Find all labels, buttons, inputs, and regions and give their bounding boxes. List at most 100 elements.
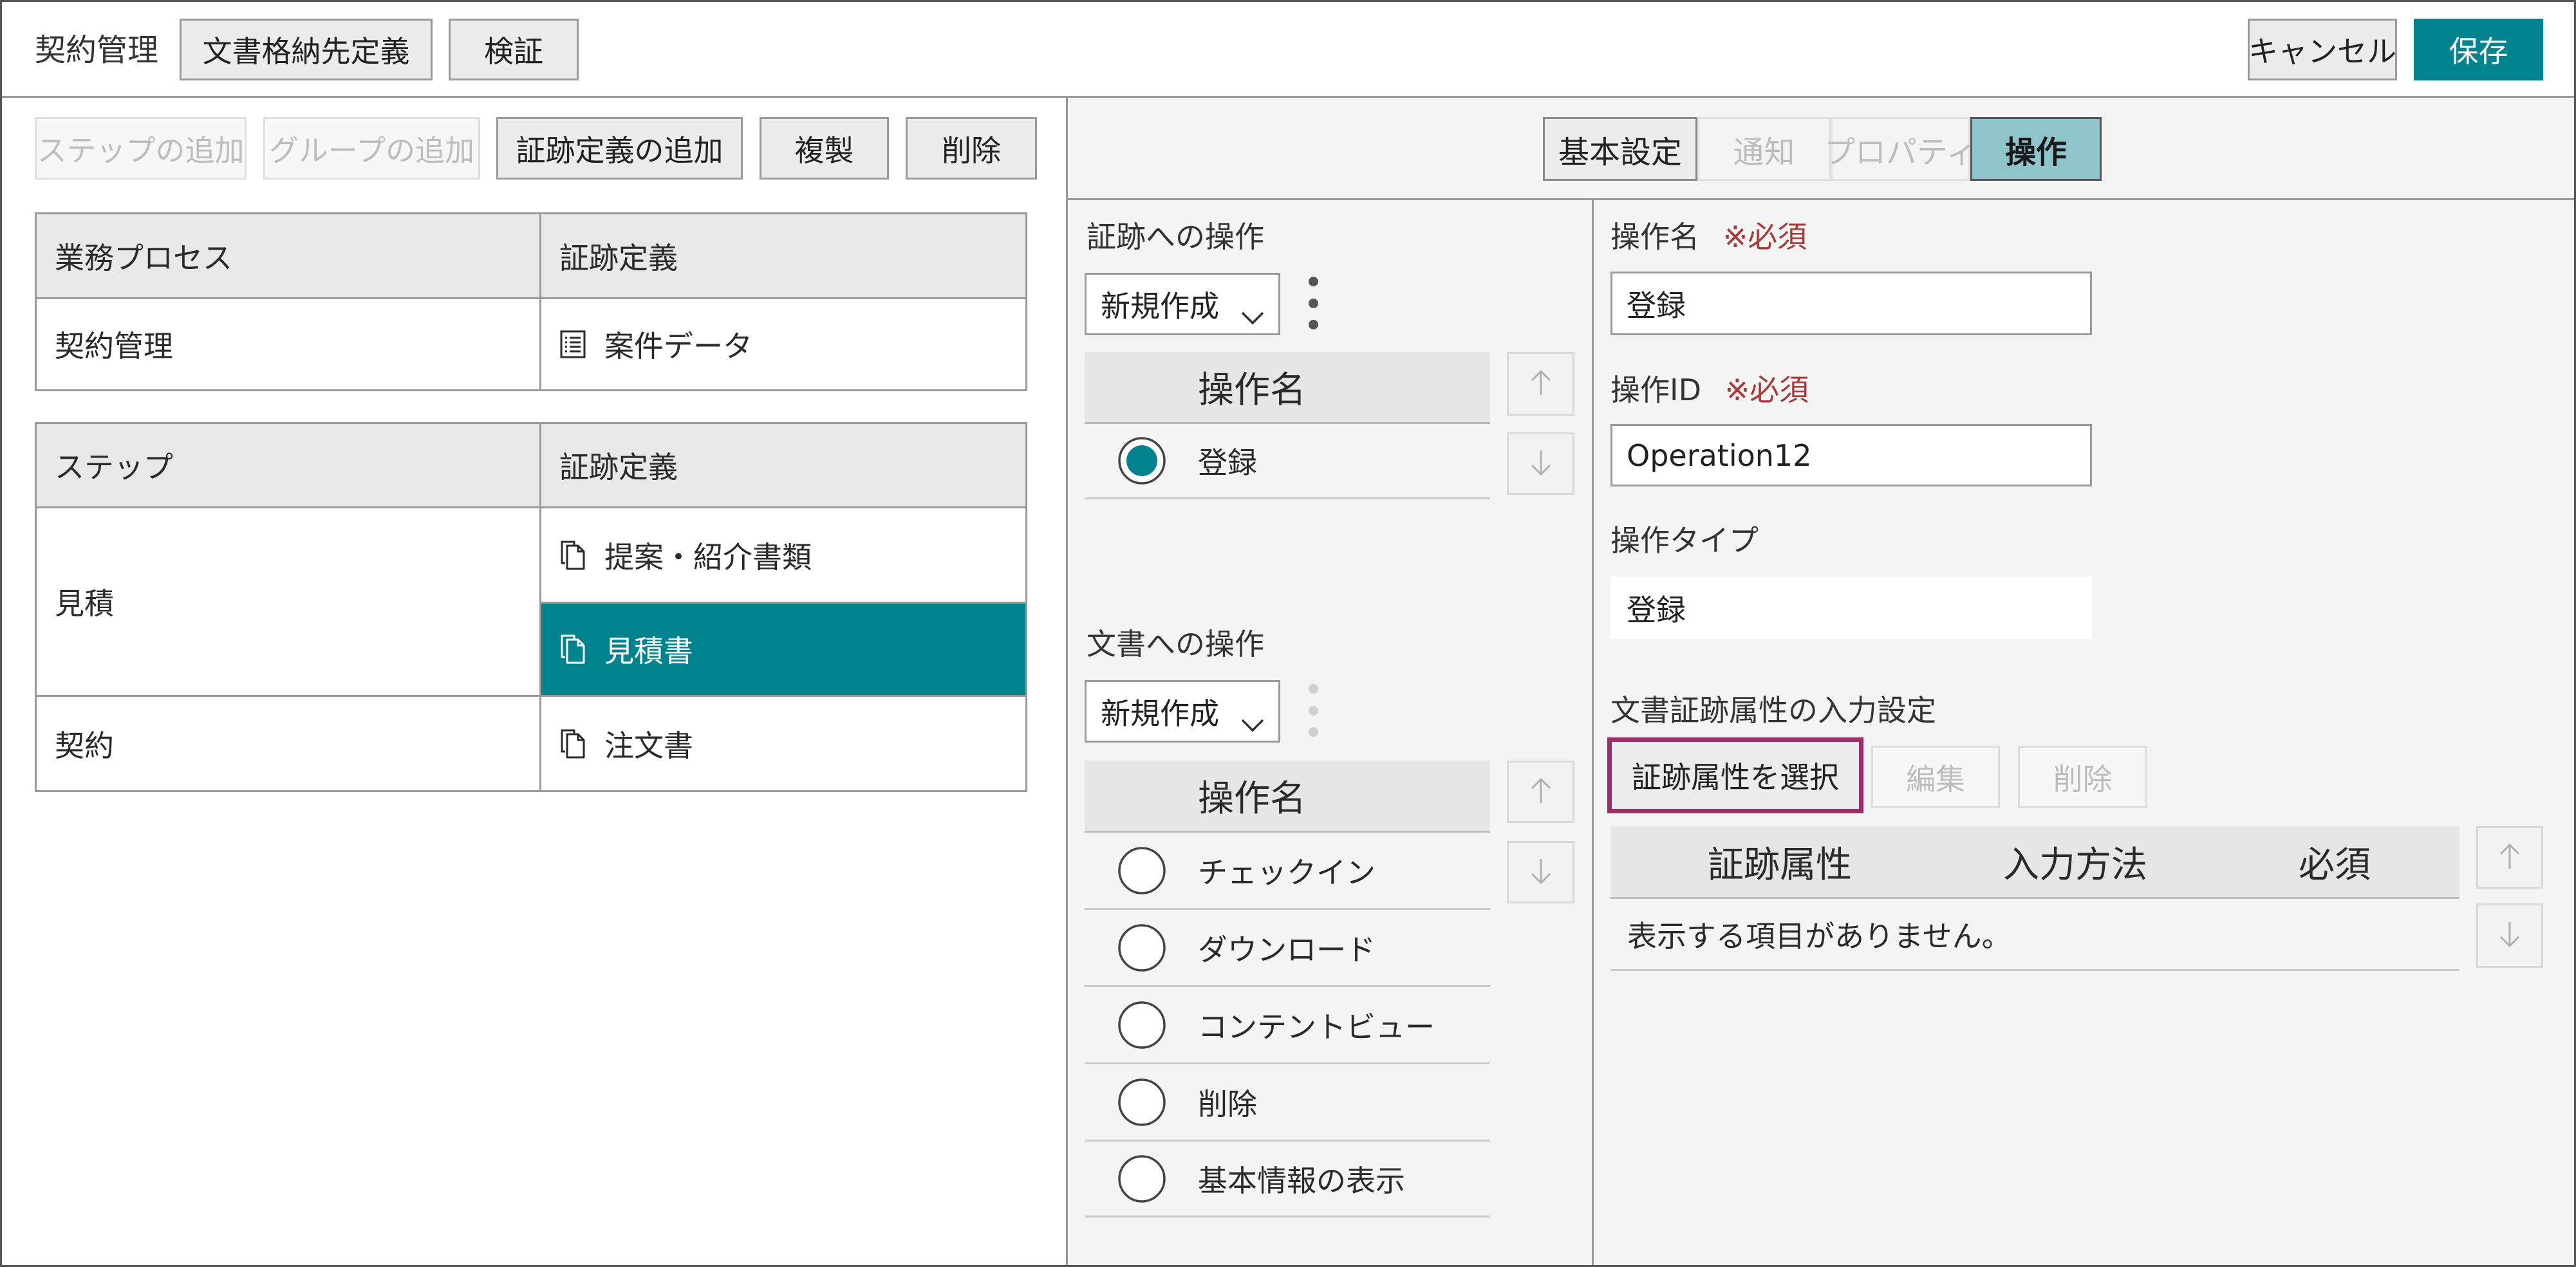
move-down-button[interactable] [1507, 841, 1574, 903]
operation-label: 削除 [1198, 1086, 1257, 1122]
cancel-button[interactable]: キャンセル [2248, 19, 2397, 80]
list-document-icon [559, 329, 586, 360]
table-row[interactable]: 契約 注文書 [35, 695, 1027, 792]
trail-definition-label: 見積書 [604, 634, 693, 669]
input-value: 登録 [1627, 288, 1686, 323]
move-down-button[interactable] [1507, 432, 1574, 495]
trail-operation-type-dropdown[interactable]: 新規作成 [1085, 273, 1280, 335]
operation-label: 登録 [1198, 445, 1257, 480]
readonly-value: 登録 [1627, 592, 1686, 627]
dropdown-value: 新規作成 [1101, 288, 1219, 324]
table-row[interactable]: 契約管理 案件データ [35, 297, 1027, 391]
column-header-operation-name: 操作名 [1198, 778, 1306, 820]
add-trail-definition-button[interactable]: 証跡定義の追加 [496, 117, 743, 180]
list-item[interactable]: 登録 [1085, 424, 1490, 499]
documents-icon [559, 728, 586, 759]
column-header-step: ステップ [35, 422, 541, 508]
storage-definition-button[interactable]: 文書格納先定義 [180, 19, 433, 80]
tab-properties[interactable]: プロパティ [1824, 117, 1977, 181]
arrow-down-icon [1528, 448, 1554, 480]
panel-divider [1066, 96, 1068, 1265]
column-header-operation-name: 操作名 [1198, 369, 1306, 411]
document-operations-label: 文書への操作 [1087, 627, 1264, 661]
chevron-down-icon [1240, 705, 1265, 740]
documents-icon [559, 634, 586, 665]
save-button[interactable]: 保存 [2414, 19, 2543, 80]
operation-label: コンテントビュー [1198, 1009, 1435, 1044]
delete-attribute-button[interactable]: 削除 [2018, 746, 2147, 808]
kebab-menu-icon[interactable] [1303, 274, 1323, 332]
radio-unselected-icon[interactable] [1117, 1000, 1167, 1050]
trail-definition-cell[interactable]: 案件データ [539, 297, 1027, 391]
step-cell[interactable]: 見積 [35, 506, 541, 697]
header-divider [2, 96, 2574, 98]
trail-operations-list-header: 操作名 [1085, 352, 1490, 424]
radio-unselected-icon[interactable] [1117, 1077, 1167, 1127]
trail-definition-cell-selected[interactable]: 見積書 [539, 602, 1027, 697]
operation-type-value: 登録 [1610, 577, 2092, 639]
arrow-down-icon [1528, 856, 1554, 889]
arrow-up-icon [1528, 368, 1554, 400]
input-value: Operation12 [1627, 438, 1812, 473]
move-up-button[interactable] [2476, 826, 2543, 889]
trail-definition-label: 注文書 [604, 728, 693, 763]
field-label: 操作名 [1610, 219, 1699, 254]
radio-unselected-icon[interactable] [1117, 923, 1167, 973]
document-operations-list-header: 操作名 [1085, 761, 1490, 833]
add-group-button[interactable]: グループの追加 [263, 117, 480, 180]
tab-notification[interactable]: 通知 [1697, 117, 1831, 181]
empty-message: 表示する項目がありません。 [1627, 918, 2011, 954]
radio-unselected-icon[interactable] [1117, 1154, 1167, 1204]
trail-definition-cell[interactable]: 注文書 [539, 695, 1027, 792]
attribute-input-settings-label: 文書証跡属性の入力設定 [1610, 693, 1936, 728]
chevron-down-icon [1240, 298, 1265, 333]
radio-unselected-icon[interactable] [1117, 846, 1167, 896]
add-step-button[interactable]: ステップの追加 [35, 117, 247, 180]
list-item[interactable]: 基本情報の表示 [1085, 1142, 1490, 1217]
step-cell[interactable]: 契約 [35, 695, 541, 792]
arrow-up-icon [2497, 842, 2523, 874]
operation-name-label: 操作名 ※必須 [1610, 222, 1807, 252]
step-table: ステップ 証跡定義 見積 提案・紹介書類 見積書 契約 注文書 [35, 422, 1027, 792]
column-header-required: 必須 [2299, 844, 2371, 886]
process-cell[interactable]: 契約管理 [35, 297, 541, 391]
operation-id-input[interactable]: Operation12 [1610, 424, 2092, 486]
delete-button[interactable]: 削除 [906, 117, 1037, 180]
list-item[interactable]: チェックイン [1085, 833, 1490, 910]
required-marker: ※必須 [1724, 373, 1809, 407]
contract-management-editor: 契約管理 文書格納先定義 検証 キャンセル 保存 ステップの追加 グループの追加… [0, 0, 2576, 1267]
operation-label: ダウンロード [1198, 932, 1376, 967]
trail-definition-label: 案件データ [604, 329, 752, 364]
column-header-trail-definition: 証跡定義 [539, 422, 1027, 508]
column-header-trail-definition: 証跡定義 [539, 212, 1027, 299]
trail-definition-label: 提案・紹介書類 [604, 539, 812, 575]
table-row[interactable]: 見積 提案・紹介書類 [35, 506, 1027, 697]
operation-id-label: 操作ID ※必須 [1610, 375, 1809, 405]
select-trail-attribute-button[interactable]: 証跡属性を選択 [1607, 737, 1863, 813]
list-item[interactable]: 削除 [1085, 1064, 1490, 1142]
tab-basic-settings[interactable]: 基本設定 [1543, 117, 1697, 181]
edit-button[interactable]: 編集 [1871, 746, 2000, 808]
column-header-trail-attribute: 証跡属性 [1708, 844, 1852, 886]
field-label: 操作ID [1610, 373, 1701, 407]
kebab-menu-icon[interactable] [1303, 681, 1323, 739]
column-divider [1592, 199, 1594, 1265]
arrow-up-icon [1528, 776, 1554, 808]
operation-label: 基本情報の表示 [1198, 1163, 1405, 1198]
column-header-input-method: 入力方法 [2003, 844, 2147, 886]
tab-operations[interactable]: 操作 [1970, 117, 2102, 181]
required-marker: ※必須 [1722, 219, 1807, 254]
list-item[interactable]: コンテントビュー [1085, 987, 1490, 1064]
move-up-button[interactable] [1507, 352, 1574, 416]
list-item[interactable]: ダウンロード [1085, 910, 1490, 987]
operation-name-input[interactable]: 登録 [1610, 272, 2092, 335]
move-up-button[interactable] [1507, 761, 1574, 823]
validate-button[interactable]: 検証 [449, 19, 579, 80]
attribute-table-header: 証跡属性 入力方法 必須 [1610, 826, 2459, 899]
operation-type-label: 操作タイプ [1610, 523, 1759, 558]
duplicate-button[interactable]: 複製 [760, 117, 889, 180]
document-operation-type-dropdown[interactable]: 新規作成 [1085, 680, 1280, 743]
move-down-button[interactable] [2476, 903, 2543, 968]
radio-selected-icon[interactable] [1117, 436, 1167, 486]
trail-definition-cell[interactable]: 提案・紹介書類 [539, 506, 1027, 604]
